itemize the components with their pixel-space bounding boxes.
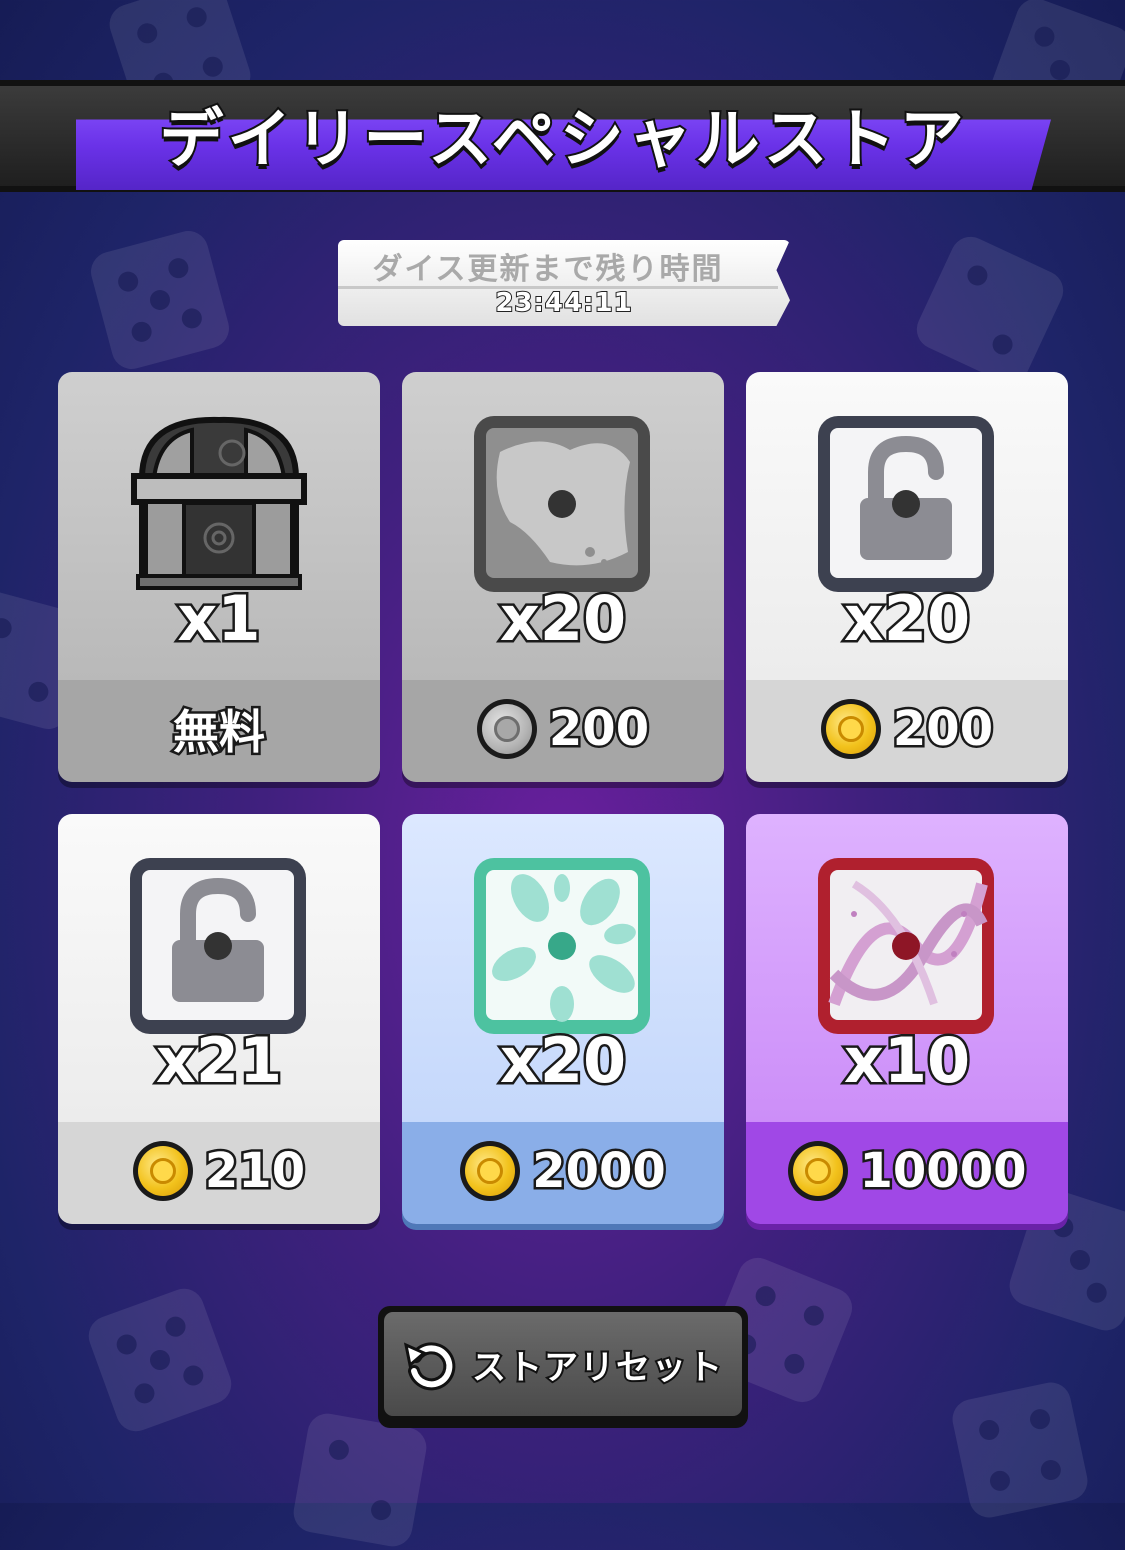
background-die-icon xyxy=(910,230,1070,390)
store-reset-button[interactable]: ストアリセット xyxy=(378,1306,748,1428)
shop-card-chest[interactable]: x1 無料 xyxy=(58,372,380,782)
background-die-icon xyxy=(290,1410,430,1550)
shop-card-lock-dice[interactable]: x20 200 xyxy=(746,372,1068,782)
chest-icon xyxy=(114,408,324,598)
quantity-label: x21 xyxy=(153,1022,284,1100)
gold-coin-icon xyxy=(820,699,881,759)
price-row: 2000 xyxy=(402,1124,724,1218)
gold-coin-icon xyxy=(132,1141,193,1201)
refresh-icon xyxy=(402,1335,460,1393)
shop-card-dna-dice[interactable]: x10 10000 xyxy=(746,814,1068,1224)
background-die-icon xyxy=(83,1283,237,1437)
smoke-dice-icon xyxy=(470,412,654,596)
dna-dice-icon xyxy=(814,854,998,1038)
background-die-icon xyxy=(86,226,234,374)
price-row: 210 xyxy=(58,1124,380,1218)
price-label: 200 xyxy=(890,699,995,760)
price-row: 10000 xyxy=(746,1124,1068,1218)
price-row: 無料 xyxy=(58,682,380,776)
price-label: 無料 xyxy=(171,703,268,762)
quantity-label: x20 xyxy=(497,580,628,658)
wind-dice-icon xyxy=(470,854,654,1038)
price-label: 10000 xyxy=(857,1141,1029,1202)
store-reset-label: ストアリセット xyxy=(470,1346,724,1390)
price-label: 200 xyxy=(546,699,651,760)
quantity-label: x10 xyxy=(841,1022,972,1100)
price-row: 200 xyxy=(746,682,1068,776)
gold-coin-icon xyxy=(787,1141,848,1201)
price-label: 2000 xyxy=(530,1141,669,1202)
quantity-label: x20 xyxy=(497,1022,628,1100)
lock-dice-icon xyxy=(126,854,310,1038)
background-die-icon xyxy=(948,1378,1092,1522)
quantity-label: x1 xyxy=(175,580,263,658)
page-title: デイリースペシャルストア xyxy=(157,101,968,179)
shop-card-smoke-dice[interactable]: x20 200 xyxy=(402,372,724,782)
quantity-label: x20 xyxy=(841,580,972,658)
silver-coin-icon xyxy=(476,699,537,759)
lock-dice-icon xyxy=(814,412,998,596)
price-row: 200 xyxy=(402,682,724,776)
timer-value: 23:44:11 xyxy=(494,287,633,319)
timer-label: ダイス更新まで残り時間 xyxy=(372,252,724,287)
shop-card-wind-dice[interactable]: x20 2000 xyxy=(402,814,724,1224)
shop-card-lock-dice[interactable]: x21 210 xyxy=(58,814,380,1224)
store-reset-button-face: ストアリセット xyxy=(384,1312,742,1416)
price-label: 210 xyxy=(202,1141,307,1202)
gold-coin-icon xyxy=(460,1141,521,1201)
